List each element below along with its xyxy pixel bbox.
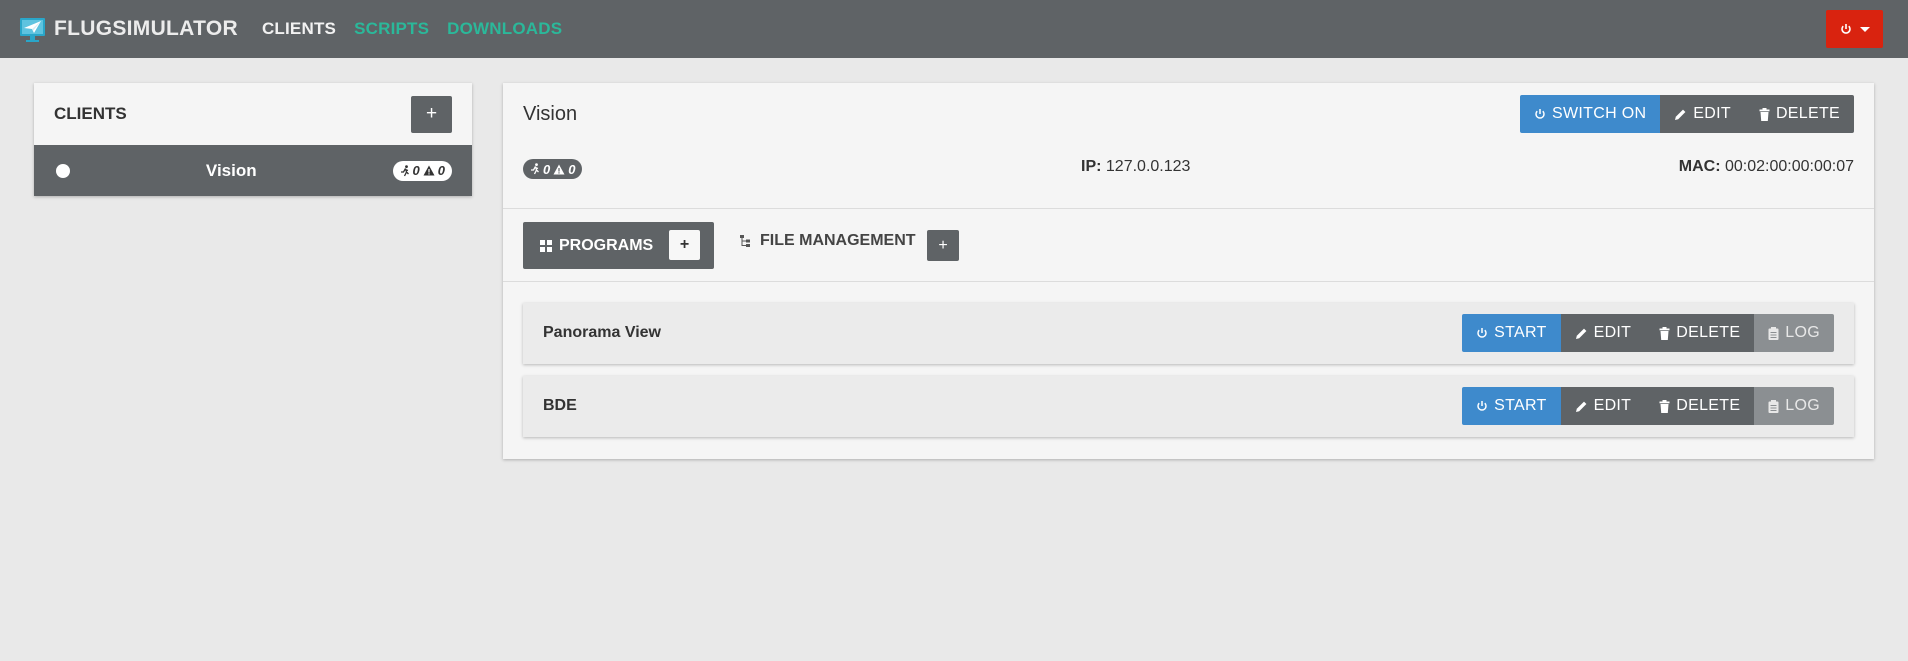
add-program-button[interactable]: + [669, 230, 700, 260]
client-status-icon [56, 163, 70, 178]
delete-label: DELETE [1775, 105, 1840, 122]
power-icon [1476, 400, 1488, 412]
delete-client-button[interactable]: DELETE [1744, 95, 1854, 133]
file-tree-icon [740, 235, 753, 247]
nav-clients[interactable]: CLIENTS [262, 19, 336, 39]
client-detail-title: Vision [523, 103, 578, 125]
delete-program-button[interactable]: DELETE [1645, 387, 1755, 425]
clients-panel-header: CLIENTS + [34, 83, 472, 145]
mac-label: MAC: [1678, 158, 1721, 175]
clients-panel: CLIENTS + Vision 0 0 [34, 83, 472, 196]
client-actions: SWITCH ON EDIT DELETE [1520, 95, 1854, 133]
warning-icon [423, 165, 435, 176]
nav-downloads[interactable]: DOWNLOADS [447, 19, 562, 39]
program-item: BDE START EDIT DELETE LOG [523, 376, 1854, 437]
runners-count: 0 [543, 161, 551, 177]
trash-icon [1659, 399, 1670, 413]
power-icon [1534, 108, 1546, 120]
running-person-icon [530, 163, 540, 175]
client-detail-header: Vision SWITCH ON EDIT DELETE 0 0 IP: 127… [503, 83, 1874, 209]
edit-label: EDIT [1593, 397, 1632, 414]
delete-label: DELETE [1676, 324, 1741, 341]
switch-on-button[interactable]: SWITCH ON [1520, 95, 1661, 133]
program-actions: START EDIT DELETE LOG [1462, 387, 1834, 425]
trash-icon [1659, 326, 1670, 340]
brand[interactable]: FLUGSIMULATOR [19, 16, 238, 43]
warnings-count: 0 [568, 161, 576, 177]
client-status-badge: 0 0 [392, 160, 452, 181]
start-program-button[interactable]: START [1462, 387, 1561, 425]
pencil-icon [1674, 108, 1687, 121]
switch-on-label: SWITCH ON [1552, 105, 1647, 122]
start-label: START [1494, 324, 1547, 341]
client-list-item[interactable]: Vision 0 0 [34, 145, 472, 196]
log-label: LOG [1785, 324, 1820, 341]
grid-icon [540, 239, 552, 252]
client-ip: IP: 127.0.0.123 [1081, 158, 1190, 176]
running-person-icon [400, 164, 410, 177]
tab-programs[interactable]: PROGRAMS + [523, 222, 714, 269]
power-icon [1476, 327, 1488, 339]
ip-label: IP: [1081, 158, 1102, 175]
edit-label: EDIT [1693, 105, 1731, 122]
edit-program-button[interactable]: EDIT [1560, 387, 1646, 425]
client-status-badge: 0 0 [523, 159, 583, 179]
client-name: Vision [205, 160, 257, 180]
trash-icon [1759, 107, 1770, 121]
program-name: Panorama View [543, 324, 661, 341]
brand-name: FLUGSIMULATOR [54, 17, 238, 40]
clipboard-icon [1768, 399, 1779, 413]
program-actions: START EDIT DELETE LOG [1462, 314, 1834, 352]
delete-label: DELETE [1676, 397, 1741, 414]
navbar: FLUGSIMULATOR CLIENTS SCRIPTS DOWNLOADS [0, 0, 1908, 58]
caret-down-icon [1859, 26, 1870, 32]
edit-label: EDIT [1593, 324, 1632, 341]
paper-plane-logo-icon [19, 16, 46, 43]
client-detail-panel: Vision SWITCH ON EDIT DELETE 0 0 IP: 127… [503, 83, 1874, 459]
log-program-button[interactable]: LOG [1754, 314, 1834, 352]
ip-value: 127.0.0.123 [1105, 158, 1191, 175]
warning-icon [553, 164, 565, 175]
client-tabs: PROGRAMS + FILE MANAGEMENT + [503, 209, 1874, 282]
tab-file-management-label: FILE MANAGEMENT [760, 232, 916, 249]
pencil-icon [1575, 400, 1588, 413]
add-client-button[interactable]: + [411, 95, 452, 133]
power-menu-button[interactable] [1826, 10, 1883, 48]
start-label: START [1494, 397, 1547, 414]
tab-programs-label: PROGRAMS [559, 236, 654, 254]
start-program-button[interactable]: START [1462, 314, 1561, 352]
program-item: Panorama View START EDIT DELETE LOG [523, 303, 1854, 364]
delete-program-button[interactable]: DELETE [1645, 314, 1755, 352]
program-name: BDE [543, 397, 577, 414]
edit-program-button[interactable]: EDIT [1560, 314, 1646, 352]
tab-file-management[interactable]: FILE MANAGEMENT [740, 232, 916, 250]
power-icon [1840, 23, 1852, 35]
nav-scripts[interactable]: SCRIPTS [354, 19, 429, 39]
runners-count: 0 [412, 163, 420, 178]
mac-value: 00:02:00:00:00:07 [1724, 158, 1854, 175]
log-label: LOG [1785, 397, 1820, 414]
client-meta: 0 0 IP: 127.0.0.123 MAC: 00:02:00:00:00:… [523, 158, 1854, 180]
pencil-icon [1575, 327, 1588, 340]
edit-client-button[interactable]: EDIT [1660, 95, 1745, 133]
log-program-button[interactable]: LOG [1754, 387, 1834, 425]
warnings-count: 0 [437, 163, 445, 178]
add-file-button[interactable]: + [927, 230, 959, 261]
clipboard-icon [1768, 326, 1779, 340]
clients-panel-title: CLIENTS [54, 104, 127, 123]
client-mac: MAC: 00:02:00:00:00:07 [1679, 158, 1854, 176]
